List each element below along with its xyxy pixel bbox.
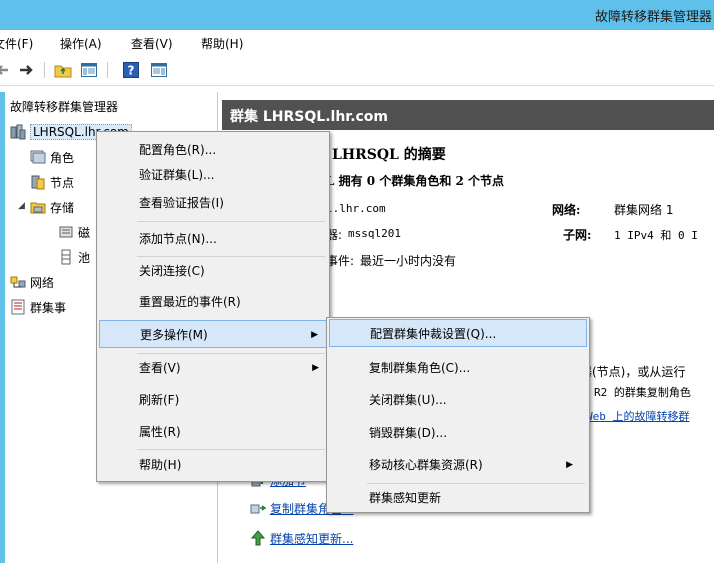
- tree-item-disks[interactable]: 磁: [58, 222, 90, 242]
- menu-more-actions-label: 更多操作(M): [140, 328, 208, 342]
- more-actions-submenu: 配置群集仲裁设置(Q)... 复制群集角色(C)... 关闭群集(U)... 销…: [326, 317, 590, 513]
- context-menu: 配置角色(R)... 验证群集(L)... 查看验证报告(I) 添加节点(N).…: [96, 131, 330, 482]
- toolbar: ?: [0, 54, 714, 86]
- show-tree-icon[interactable]: [80, 61, 98, 79]
- menu-validate-cluster[interactable]: 验证群集(L)...: [99, 161, 327, 189]
- menu-bar: 文件(F) 操作(A) 查看(V) 帮助(H): [0, 30, 714, 54]
- submenu-shutdown-cluster[interactable]: 关闭群集(U)...: [329, 386, 587, 414]
- submenu-copy-cluster-roles[interactable]: 复制群集角色(C)...: [329, 354, 587, 382]
- network-label: 网络:: [552, 203, 581, 217]
- witness-value: mssql201: [348, 227, 401, 240]
- back-arrow-icon[interactable]: [0, 61, 12, 79]
- copy-role-icon: [250, 500, 266, 516]
- menu-help[interactable]: 帮助(H): [201, 35, 243, 52]
- menu-more-actions[interactable]: 更多操作(M) ▶: [99, 320, 327, 348]
- info-line-1: 器(节点)，或从运行: [580, 365, 686, 379]
- events-label: 事件:: [326, 254, 355, 268]
- tree-item-networks[interactable]: 网络: [10, 272, 54, 292]
- menu-action[interactable]: 操作(A): [60, 35, 102, 52]
- networks-icon: [10, 274, 26, 290]
- content-header: 群集 LHRSQL.lhr.com: [222, 100, 714, 130]
- nodes-icon: [30, 174, 46, 190]
- subnet-label: 子网:: [563, 228, 592, 242]
- events-value: 最近一小时内没有: [360, 254, 457, 268]
- submenu-move-core-resources[interactable]: 移动核心群集资源(R) ▶: [329, 451, 587, 479]
- menu-view-label: 查看(V): [139, 361, 181, 375]
- menu-file[interactable]: 文件(F): [0, 35, 33, 52]
- folder-up-icon[interactable]: [54, 61, 72, 79]
- submenu-arrow-icon: ▶: [312, 363, 319, 373]
- tree-root[interactable]: 故障转移群集管理器: [10, 98, 118, 115]
- menu-separator: [137, 449, 325, 450]
- menu-add-node[interactable]: 添加节点(N)...: [99, 225, 327, 253]
- submenu-move-core-resources-label: 移动核心群集资源(R): [369, 458, 483, 472]
- events-icon: [10, 299, 26, 315]
- menu-refresh[interactable]: 刷新(F): [99, 386, 327, 414]
- menu-view-validation-report[interactable]: 查看验证报告(I): [99, 189, 327, 217]
- submenu-arrow-icon: ▶: [566, 460, 573, 470]
- tree-item-cluster-events-label: 群集事: [30, 300, 67, 315]
- cluster-update-icon: [250, 530, 266, 546]
- summary-description: L 拥有 0 个群集角色和 2 个节点: [326, 174, 505, 188]
- action-cluster-update-label: 群集感知更新...: [270, 531, 354, 546]
- tree-item-roles-label: 角色: [50, 150, 75, 165]
- window-edge: [0, 92, 5, 563]
- menu-help[interactable]: 帮助(H): [99, 451, 327, 479]
- tree-item-storage[interactable]: 存储: [30, 197, 74, 217]
- tree-item-storage-label: 存储: [50, 200, 75, 215]
- menu-view[interactable]: 查看(V) ▶: [99, 354, 327, 382]
- submenu-cluster-aware-updating[interactable]: 群集感知更新: [329, 484, 587, 512]
- info-line-2: R2 的群集复制角色: [594, 386, 691, 399]
- action-cluster-update[interactable]: 群集感知更新...: [250, 528, 353, 548]
- menu-separator: [137, 221, 325, 222]
- menu-properties[interactable]: 属性(R): [99, 418, 327, 446]
- failover-web-link[interactable]: Web 上的故障转移群: [586, 408, 690, 424]
- tree-item-roles[interactable]: 角色: [30, 147, 74, 167]
- storage-icon: [30, 199, 46, 215]
- tree-item-nodes[interactable]: 节点: [30, 172, 74, 192]
- toolbar-separator: [44, 62, 45, 78]
- tree-item-pools[interactable]: 池: [58, 247, 90, 267]
- submenu-configure-quorum[interactable]: 配置群集仲裁设置(Q)...: [329, 319, 587, 347]
- tree-item-cluster-events[interactable]: 群集事: [10, 297, 66, 317]
- toolbar-separator: [107, 62, 108, 78]
- subnet-value: 1 IPv4 和 0 I: [614, 229, 698, 242]
- menu-close-connection[interactable]: 关闭连接(C): [99, 257, 327, 285]
- cluster-icon: [10, 124, 26, 140]
- disks-icon: [58, 224, 74, 240]
- domain-value: l.lhr.com: [326, 202, 386, 215]
- tree-item-nodes-label: 节点: [50, 175, 75, 190]
- menu-view[interactable]: 查看(V): [131, 35, 173, 52]
- submenu-destroy-cluster[interactable]: 销毁群集(D)...: [329, 419, 587, 447]
- pools-icon: [58, 249, 74, 265]
- network-value: 群集网络 1: [614, 203, 674, 217]
- collapse-arrow-icon[interactable]: ◢: [18, 201, 25, 211]
- submenu-arrow-icon: ▶: [311, 330, 318, 340]
- tree-item-disks-label: 磁: [78, 225, 91, 240]
- roles-icon: [30, 149, 46, 165]
- svg-text:?: ?: [128, 64, 135, 78]
- tree-item-networks-label: 网络: [30, 275, 55, 290]
- forward-arrow-icon[interactable]: [17, 61, 35, 79]
- menu-configure-role[interactable]: 配置角色(R)...: [99, 136, 327, 164]
- action-pane-icon[interactable]: [150, 61, 168, 79]
- title-bar: 故障转移群集管理器: [0, 0, 714, 30]
- help-icon[interactable]: ?: [122, 61, 140, 79]
- window-title: 故障转移群集管理器: [594, 10, 712, 25]
- summary-title: LHRSQL 的摘要: [332, 147, 446, 163]
- tree-item-pools-label: 池: [78, 250, 91, 265]
- menu-reset-recent-events[interactable]: 重置最近的事件(R): [99, 288, 327, 316]
